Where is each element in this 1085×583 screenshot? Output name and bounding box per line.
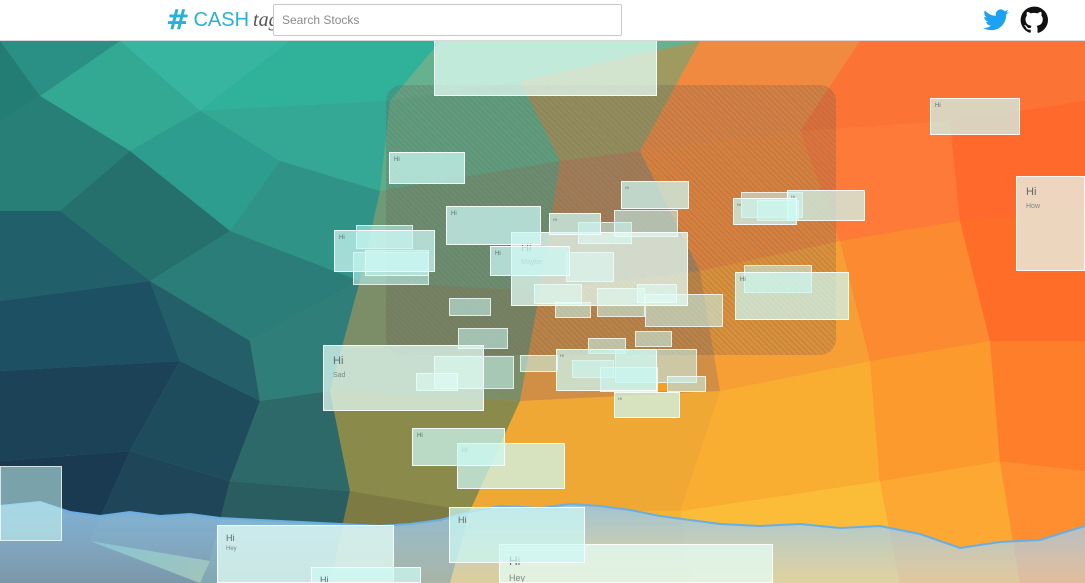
tweet-card[interactable]: Hi bbox=[614, 392, 680, 418]
tweet-title: Hi bbox=[625, 185, 629, 190]
tweet-title: Hi bbox=[451, 211, 457, 217]
tweet-card[interactable]: Hi bbox=[311, 567, 421, 583]
cashtag-logo[interactable]: # CASH tag bbox=[166, 3, 279, 37]
tweet-card[interactable]: Hi bbox=[621, 181, 689, 209]
tweet-title: Hi bbox=[1026, 186, 1037, 198]
twitter-bird-icon bbox=[983, 9, 1009, 31]
tweet-title: Hi bbox=[553, 217, 557, 222]
tweet-title: Hi bbox=[740, 277, 746, 283]
tweet-title: Hi bbox=[560, 353, 564, 358]
tweet-card[interactable] bbox=[635, 331, 672, 347]
tweet-card[interactable] bbox=[520, 355, 558, 372]
tweet-title: Hi bbox=[320, 575, 329, 583]
tweet-body: Hey bbox=[509, 573, 526, 583]
twitter-icon[interactable] bbox=[982, 6, 1010, 34]
tweet-card[interactable] bbox=[0, 466, 62, 541]
tweet-card[interactable] bbox=[667, 376, 706, 392]
search-stocks-input[interactable] bbox=[273, 4, 622, 36]
tweet-title: Hi bbox=[333, 355, 344, 367]
github-icon[interactable] bbox=[1020, 6, 1048, 34]
tweet-title: Hi bbox=[394, 157, 400, 163]
tweet-card[interactable]: Hi How bbox=[1016, 176, 1085, 271]
tweet-title: Hi bbox=[339, 235, 345, 241]
tweet-title: Hi bbox=[226, 533, 235, 543]
tweet-card[interactable]: Hi bbox=[787, 190, 865, 221]
logo-hash: # bbox=[166, 3, 190, 36]
tweet-card[interactable]: Hi bbox=[389, 152, 465, 184]
github-octocat-icon bbox=[1020, 6, 1048, 33]
tweet-card[interactable]: Hi bbox=[449, 507, 585, 563]
tweet-card[interactable]: Hi bbox=[334, 230, 435, 272]
tweet-card[interactable] bbox=[449, 298, 491, 316]
tweet-body: Sad bbox=[333, 372, 346, 379]
tweet-card[interactable]: Hi bbox=[930, 98, 1020, 135]
tweet-card[interactable]: Hi bbox=[490, 246, 570, 276]
tweet-card[interactable]: Hi bbox=[735, 272, 849, 320]
tweet-card[interactable]: Hi bbox=[556, 349, 657, 391]
tweet-title: Hi bbox=[791, 194, 795, 199]
tweet-card[interactable]: Hi bbox=[446, 206, 541, 245]
tweet-body: How bbox=[1026, 203, 1041, 210]
tweet-card[interactable]: Hi bbox=[733, 198, 797, 225]
tweet-title: Hi bbox=[417, 433, 423, 439]
logo-cash: CASH bbox=[193, 9, 250, 31]
tweet-title: Hi bbox=[618, 396, 622, 401]
tweet-card[interactable]: Hi bbox=[412, 428, 505, 466]
top-navbar: # CASH tag bbox=[0, 0, 1085, 41]
tweet-title: Hi bbox=[495, 251, 501, 257]
marker bbox=[658, 383, 667, 391]
tweet-title: Hi bbox=[737, 202, 741, 207]
tweet-body: Hey bbox=[226, 546, 237, 552]
tweet-card[interactable]: Hi Sad bbox=[323, 345, 484, 411]
tweet-title: Hi bbox=[935, 103, 941, 109]
tweet-title: Hi bbox=[458, 515, 467, 525]
tweet-card[interactable]: Hi bbox=[549, 213, 601, 235]
